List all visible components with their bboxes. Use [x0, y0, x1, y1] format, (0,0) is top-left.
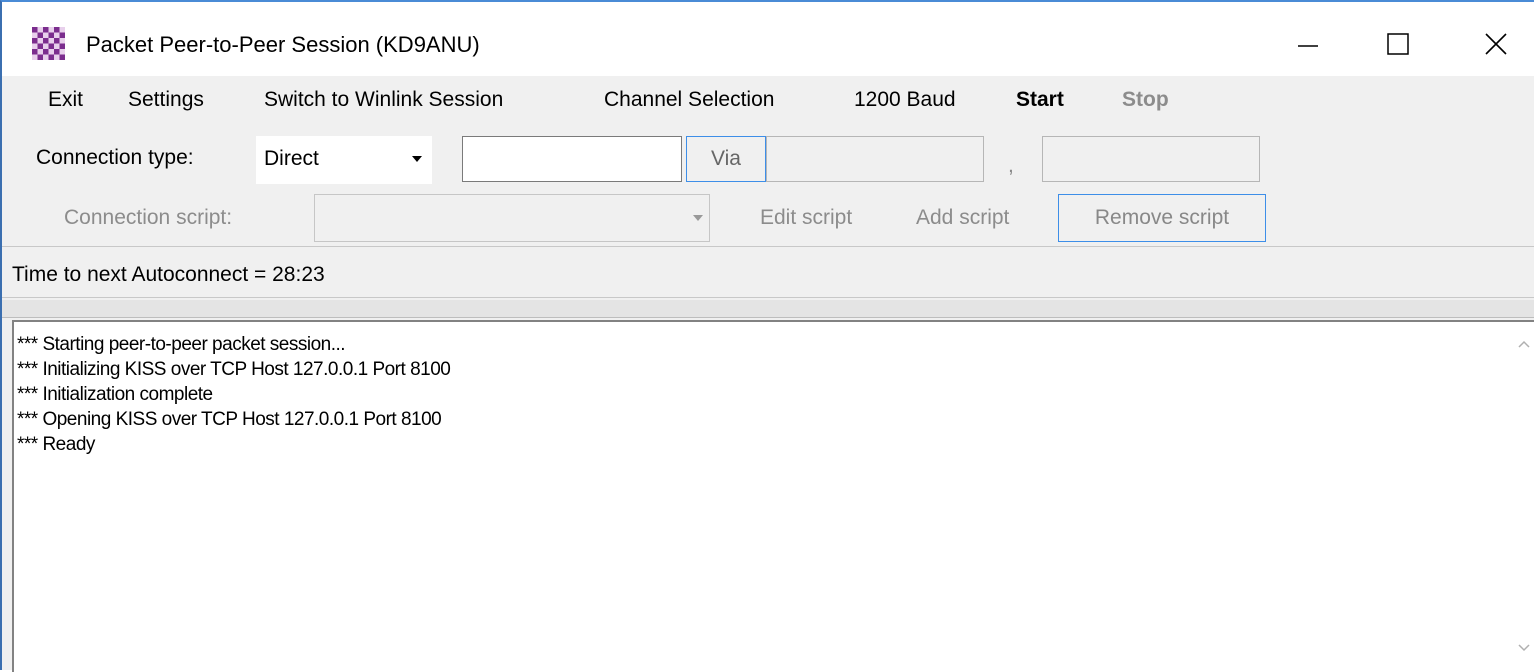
- log-line: *** Initialization complete: [17, 384, 213, 405]
- status-bar: Time to next Autoconnect = 28:23: [2, 246, 1534, 298]
- connection-type-label: Connection type:: [36, 146, 194, 169]
- log-line: *** Ready: [17, 434, 95, 455]
- close-button[interactable]: [1456, 16, 1534, 72]
- remove-script-label: Remove script: [1094, 206, 1230, 229]
- connection-type-value: Direct: [264, 147, 319, 170]
- via-2-input[interactable]: [1042, 136, 1260, 182]
- title-bar[interactable]: Packet Peer-to-Peer Session (KD9ANU): [2, 2, 1534, 76]
- log-line: *** Opening KISS over TCP Host 127.0.0.1…: [17, 409, 442, 430]
- autoconnect-timer-text: Time to next Autoconnect = 28:23: [12, 263, 325, 286]
- session-log[interactable]: *** Starting peer-to-peer packet session…: [12, 320, 1534, 672]
- minimize-button[interactable]: [1268, 16, 1348, 72]
- maximize-button[interactable]: [1358, 16, 1438, 72]
- scroll-up-arrow-icon[interactable]: [1516, 336, 1532, 352]
- maximize-icon: [1387, 33, 1409, 55]
- log-line: *** Initializing KISS over TCP Host 127.…: [17, 359, 451, 380]
- via-button-label: Via: [711, 147, 741, 170]
- packet-session-window: Packet Peer-to-Peer Session (KD9ANU) Exi…: [0, 0, 1534, 672]
- chevron-down-icon: [693, 215, 703, 221]
- menu-channel-selection[interactable]: Channel Selection: [604, 88, 774, 112]
- via-button[interactable]: Via: [686, 136, 766, 182]
- edit-script-button[interactable]: Edit script: [760, 206, 852, 230]
- scroll-down-arrow-icon[interactable]: [1516, 640, 1532, 656]
- menu-baud-rate[interactable]: 1200 Baud: [854, 88, 956, 112]
- menu-settings[interactable]: Settings: [128, 88, 204, 112]
- log-lines: *** Starting peer-to-peer packet session…: [14, 332, 451, 457]
- window-title: Packet Peer-to-Peer Session (KD9ANU): [86, 32, 480, 57]
- menu-exit[interactable]: Exit: [48, 88, 83, 112]
- remove-script-button[interactable]: Remove script: [1058, 194, 1266, 242]
- via-1-input[interactable]: [766, 136, 984, 182]
- connection-type-dropdown[interactable]: Direct: [256, 136, 432, 184]
- menu-start[interactable]: Start: [1016, 88, 1064, 112]
- target-callsign-input[interactable]: [462, 136, 682, 182]
- log-line: *** Starting peer-to-peer packet session…: [17, 334, 346, 355]
- add-script-button[interactable]: Add script: [916, 206, 1009, 230]
- minimize-icon: [1298, 45, 1318, 47]
- splitter-bar[interactable]: [2, 300, 1534, 318]
- chevron-down-icon: [412, 156, 422, 162]
- menu-switch-to-winlink-session[interactable]: Switch to Winlink Session: [264, 88, 503, 112]
- via-separator: ,: [1008, 154, 1014, 177]
- connection-script-label: Connection script:: [64, 206, 233, 229]
- connection-script-dropdown[interactable]: [314, 194, 710, 242]
- checkered-app-icon: [32, 27, 65, 60]
- close-icon: [1485, 33, 1507, 55]
- menu-stop[interactable]: Stop: [1122, 88, 1169, 112]
